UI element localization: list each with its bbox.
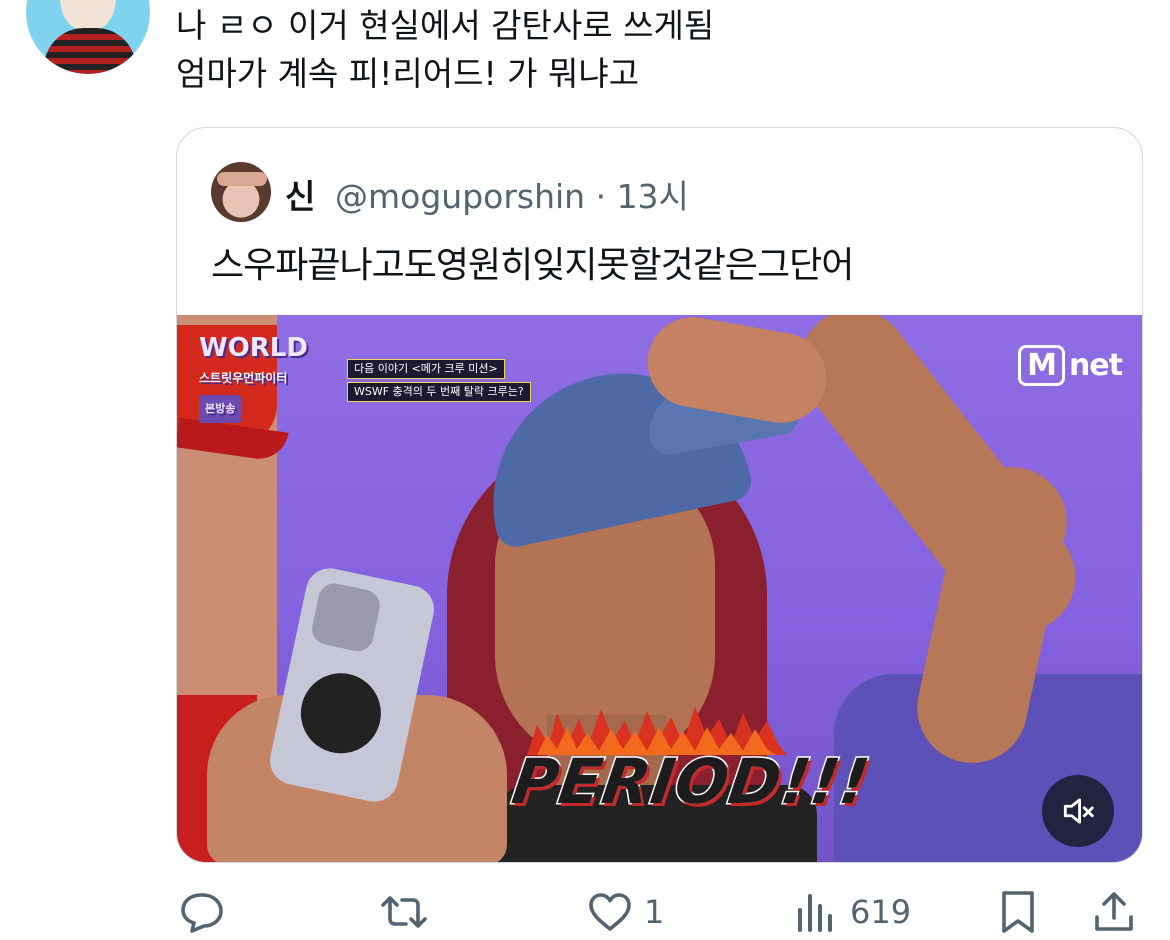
quoted-tweet-text: 스우파끝나고도영원히잊지못할것같은그단어 [211,245,854,286]
bookmark-icon [1002,891,1034,933]
views-button[interactable]: 619 [792,888,911,936]
show-logo-world: WORLD [199,333,308,363]
share-button[interactable] [1090,888,1138,936]
video-caption: PERIOD!!! [506,744,876,820]
views-chart-icon [798,894,832,932]
show-title: 스트릿우먼파이터 [199,371,288,385]
retweet-icon [381,896,427,928]
mute-button[interactable] [1042,775,1114,847]
quoted-author-handle-time: @moguporshin · 13시 [335,177,689,216]
episode-info-line-1: 다음 이야기 <메가 크루 미션> [347,359,505,379]
quoted-author-avatar[interactable] [211,162,271,222]
tweet-text-line-1: 나 ㄹㅇ 이거 현실에서 감탄사로 쓰게됨 [176,6,715,45]
share-icon [1095,892,1133,931]
retweet-button[interactable] [380,888,428,936]
reply-icon [181,893,223,933]
user-avatar[interactable] [26,0,150,74]
tweet-actions-bar: 1 619 [0,880,1170,940]
show-logo: WORLD 스트릿우먼파이터 본방송 [199,335,308,423]
channel-logo-text: net [1068,348,1123,383]
heart-icon [589,893,631,931]
episode-info-line-2: WSWF 충격의 두 번째 탈락 크루는? [347,382,531,402]
quoted-author-name[interactable]: 신 [285,170,315,218]
episode-info: 다음 이야기 <메가 크루 미션> WSWF 충격의 두 번째 탈락 크루는? [347,359,531,405]
tweet-text: 나 ㄹㅇ 이거 현실에서 감탄사로 쓰게됨 엄마가 계속 피!리어드! 가 뭐냐… [176,2,1136,98]
like-count: 1 [644,893,665,931]
tweet-text-line-2: 엄마가 계속 피!리어드! 가 뭐냐고 [176,54,640,93]
like-button[interactable]: 1 [586,888,664,936]
quoted-tweet-card[interactable]: 신 @moguporshin · 13시 스우파끝나고도영원히잊지못할것같은그단… [176,127,1143,863]
channel-logo-mark: M [1018,345,1065,386]
channel-logo: Mnet [1018,345,1123,386]
reply-button[interactable] [178,888,226,936]
bookmark-button[interactable] [994,888,1042,936]
quoted-video[interactable]: WORLD 스트릿우먼파이터 본방송 다음 이야기 <메가 크루 미션> WSW… [177,315,1142,862]
views-count: 619 [850,893,912,931]
broadcast-tag: 본방송 [199,395,242,423]
volume-muted-icon [1063,798,1094,824]
